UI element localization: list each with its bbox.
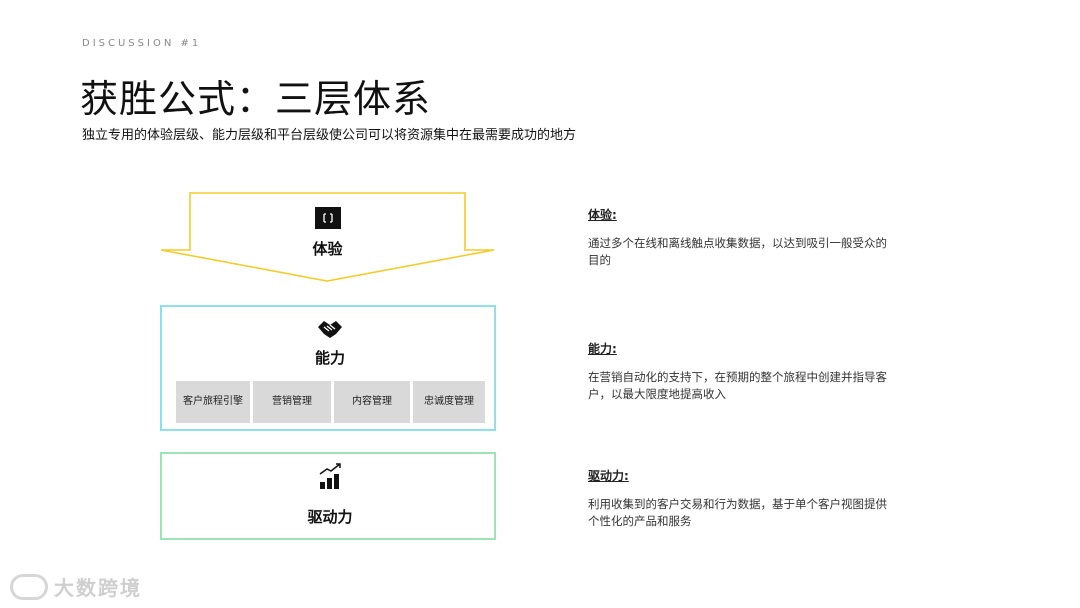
- page-title: 获胜公式：三层体系: [80, 77, 432, 121]
- capability-label: 能力: [314, 349, 345, 367]
- watermark-text: 大数跨境: [54, 576, 142, 600]
- description-text: 利用收集到的客户交易和行为数据，基于单个客户视图提供个性化的产品和服务: [588, 497, 887, 528]
- capability-item: 忠诚度管理: [413, 381, 485, 423]
- screen-frame-icon: [315, 207, 341, 229]
- description-heading: 能力:: [588, 342, 617, 356]
- page-subtitle: 独立专用的体验层级、能力层级和平台层级使公司可以将资源集中在最需要成功的地方: [82, 128, 577, 143]
- watermark-logo-icon: [10, 573, 48, 600]
- description-heading: 体验:: [588, 208, 617, 222]
- driver-box: 驱动力: [160, 452, 496, 540]
- description-text: 在营销自动化的支持下，在预期的整个旅程中创建并指导客户，以最大限度地提高收入: [588, 370, 887, 401]
- driver-label: 驱动力: [307, 508, 353, 526]
- description-text: 通过多个在线和离线触点收集数据，以达到吸引一般受众的目的: [588, 236, 887, 267]
- growth-chart-icon: [317, 462, 345, 490]
- description-experience: 体验: 通过多个在线和离线触点收集数据，以达到吸引一般受众的目的: [588, 206, 888, 269]
- description-driver: 驱动力: 利用收集到的客户交易和行为数据，基于单个客户视图提供个性化的产品和服务: [588, 467, 888, 530]
- capability-item: 内容管理: [334, 381, 410, 423]
- capability-items: 客户旅程引擎 营销管理 内容管理 忠诚度管理: [176, 381, 485, 423]
- capability-item: 客户旅程引擎: [176, 381, 250, 423]
- description-capability: 能力: 在营销自动化的支持下，在预期的整个旅程中创建并指导客户，以最大限度地提高…: [588, 340, 888, 403]
- eyebrow-label: DISCUSSION #1: [82, 38, 202, 49]
- description-heading: 驱动力:: [588, 469, 629, 483]
- three-layer-diagram: 体验 能力 客户旅程引擎 营销管理 内容管理 忠诚度管理 驱动力: [155, 190, 500, 550]
- handshake-icon: [316, 318, 344, 342]
- watermark: 大数跨境: [10, 572, 142, 601]
- capability-box: 能力 客户旅程引擎 营销管理 内容管理 忠诚度管理: [160, 305, 496, 431]
- capability-item: 营销管理: [253, 381, 331, 423]
- experience-label: 体验: [312, 240, 343, 258]
